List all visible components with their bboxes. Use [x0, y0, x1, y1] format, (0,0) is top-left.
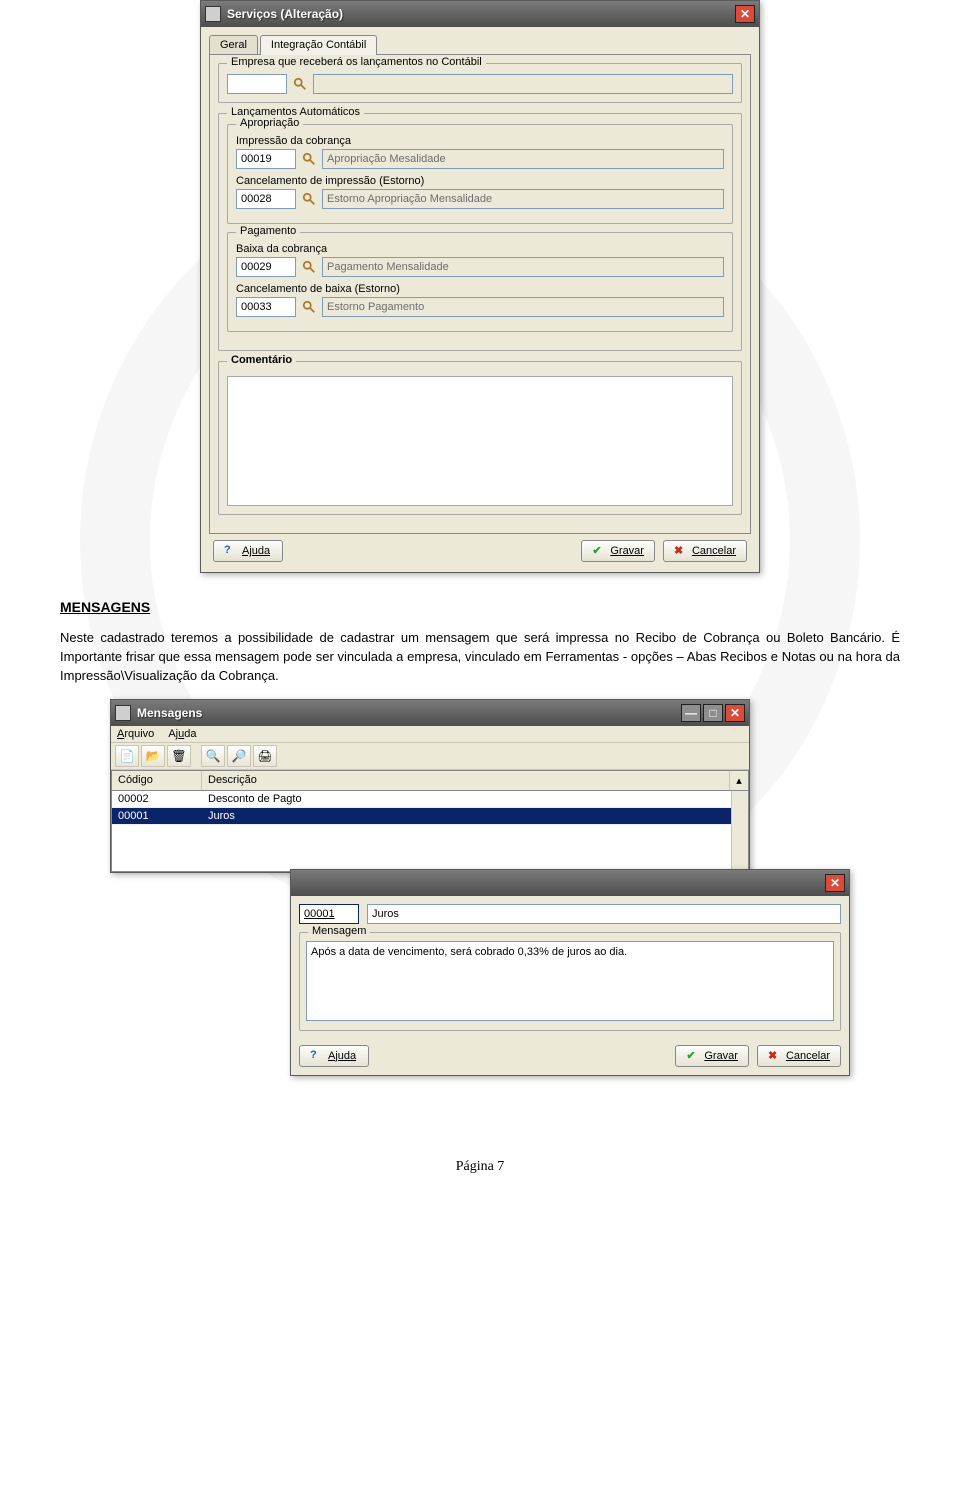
baixa-code-input[interactable]	[236, 257, 296, 277]
cancelar-label: Cancelar	[786, 1050, 830, 1062]
mensagem-edit-dialog: ✕ Mensagem ? Ajuda	[290, 869, 850, 1076]
grid-row[interactable]: 00001 Juros	[112, 808, 748, 825]
close-icon[interactable]: ✕	[725, 704, 745, 722]
ajuda-button[interactable]: ? Ajuda	[213, 540, 283, 562]
empresa-code-input[interactable]	[227, 74, 287, 94]
scroll-up-icon[interactable]: ▴	[730, 771, 748, 790]
cancel-impressao-code-input[interactable]	[236, 189, 296, 209]
mensagem-textarea[interactable]	[306, 941, 834, 1021]
cancel-baixa-code-input[interactable]	[236, 297, 296, 317]
gravar-button[interactable]: ✔ Gravar	[581, 540, 655, 562]
cancelar-button[interactable]: ✖ Cancelar	[663, 540, 747, 562]
help-icon: ?	[310, 1049, 324, 1063]
cancel-icon: ✖	[674, 544, 688, 558]
comentario-groupbox: Comentário	[218, 361, 742, 515]
menu-ajuda[interactable]: Ajuda	[168, 728, 196, 740]
apropriacao-legend: Apropriação	[236, 117, 303, 129]
tab-integracao-contabil[interactable]: Integração Contábil	[260, 35, 377, 55]
servicos-title: Serviços (Alteração)	[227, 7, 729, 21]
grid-scrollbar[interactable]	[731, 791, 748, 871]
gravar-label: Gravar	[704, 1050, 738, 1062]
grid-cell-desc: Desconto de Pagto	[202, 791, 748, 807]
cancel-icon: ✖	[768, 1049, 782, 1063]
ajuda-label: Ajuda	[328, 1050, 356, 1062]
minimize-icon[interactable]: —	[681, 704, 701, 722]
search-icon[interactable]	[300, 190, 318, 208]
empresa-desc-display	[313, 74, 733, 94]
page-footer: Página 7	[60, 1159, 900, 1175]
impressao-desc-display	[322, 149, 724, 169]
window-icon	[205, 6, 221, 22]
toolbar-print-icon[interactable]: 🖨	[253, 745, 277, 767]
maximize-icon[interactable]: □	[703, 704, 723, 722]
grid-cell-desc: Juros	[202, 808, 748, 824]
toolbar-open-icon[interactable]: 📂	[141, 745, 165, 767]
edit-desc-input[interactable]	[367, 904, 841, 924]
mensagens-paragraph: Neste cadastrado teremos a possibilidade…	[60, 629, 900, 686]
mensagens-titlebar: Mensagens — □ ✕	[111, 700, 749, 726]
gravar-label: Gravar	[610, 545, 644, 557]
pagamento-groupbox: Pagamento Baixa da cobrança Cancelamento…	[227, 232, 733, 332]
empresa-legend: Empresa que receberá os lançamentos no C…	[227, 56, 486, 68]
tab-geral[interactable]: Geral	[209, 35, 258, 55]
mensagens-window: Mensagens — □ ✕ Arquivo Ajuda 📄 📂 🗑 🔍 🔎 …	[110, 699, 750, 873]
mensagem-legend: Mensagem	[308, 925, 370, 937]
cancelar-label: Cancelar	[692, 545, 736, 557]
baixa-desc-display	[322, 257, 724, 277]
edit-titlebar: ✕	[291, 870, 849, 896]
cancel-baixa-desc-display	[322, 297, 724, 317]
close-icon[interactable]: ✕	[825, 874, 845, 892]
toolbar-preview-icon[interactable]: 🔎	[227, 745, 251, 767]
gravar-button[interactable]: ✔ Gravar	[675, 1045, 749, 1067]
grid-row[interactable]: 00002 Desconto de Pagto	[112, 791, 748, 808]
mensagens-heading: MENSAGENS	[60, 599, 900, 615]
grid-header-descricao[interactable]: Descrição	[202, 771, 730, 790]
close-icon[interactable]: ✕	[735, 5, 755, 23]
ajuda-label: Ajuda	[242, 545, 270, 557]
pagamento-legend: Pagamento	[236, 225, 300, 237]
search-icon[interactable]	[300, 258, 318, 276]
menu-arquivo[interactable]: Arquivo	[117, 728, 154, 740]
window-icon	[115, 705, 131, 721]
comentario-textarea[interactable]	[227, 376, 733, 506]
apropriacao-groupbox: Apropriação Impressão da cobrança Cancel…	[227, 124, 733, 224]
check-icon: ✔	[686, 1049, 700, 1063]
mensagens-title: Mensagens	[137, 706, 675, 720]
toolbar-new-icon[interactable]: 📄	[115, 745, 139, 767]
comentario-legend: Comentário	[227, 354, 296, 366]
grid-cell-code: 00001	[112, 808, 202, 824]
servicos-dialog: Serviços (Alteração) ✕ Geral Integração …	[200, 0, 760, 573]
ajuda-button[interactable]: ? Ajuda	[299, 1045, 369, 1067]
edit-code-input[interactable]	[299, 904, 359, 924]
mensagens-grid: Código Descrição ▴ 00002 Desconto de Pag…	[111, 770, 749, 872]
impressao-cobranca-label: Impressão da cobrança	[236, 135, 724, 147]
grid-header-codigo[interactable]: Código	[112, 771, 202, 790]
help-icon: ?	[224, 544, 238, 558]
toolbar-search-icon[interactable]: 🔍	[201, 745, 225, 767]
mensagem-groupbox: Mensagem	[299, 932, 841, 1031]
cancel-impressao-desc-display	[322, 189, 724, 209]
search-icon[interactable]	[300, 298, 318, 316]
lancamentos-groupbox: Lançamentos Automáticos Apropriação Impr…	[218, 113, 742, 351]
empresa-groupbox: Empresa que receberá os lançamentos no C…	[218, 63, 742, 103]
baixa-label: Baixa da cobrança	[236, 243, 724, 255]
search-icon[interactable]	[300, 150, 318, 168]
toolbar-delete-icon[interactable]: 🗑	[167, 745, 191, 767]
cancelar-button[interactable]: ✖ Cancelar	[757, 1045, 841, 1067]
search-icon[interactable]	[291, 75, 309, 93]
impressao-code-input[interactable]	[236, 149, 296, 169]
grid-cell-code: 00002	[112, 791, 202, 807]
cancel-impressao-label: Cancelamento de impressão (Estorno)	[236, 175, 724, 187]
cancel-baixa-label: Cancelamento de baixa (Estorno)	[236, 283, 724, 295]
check-icon: ✔	[592, 544, 606, 558]
servicos-titlebar: Serviços (Alteração) ✕	[201, 1, 759, 27]
